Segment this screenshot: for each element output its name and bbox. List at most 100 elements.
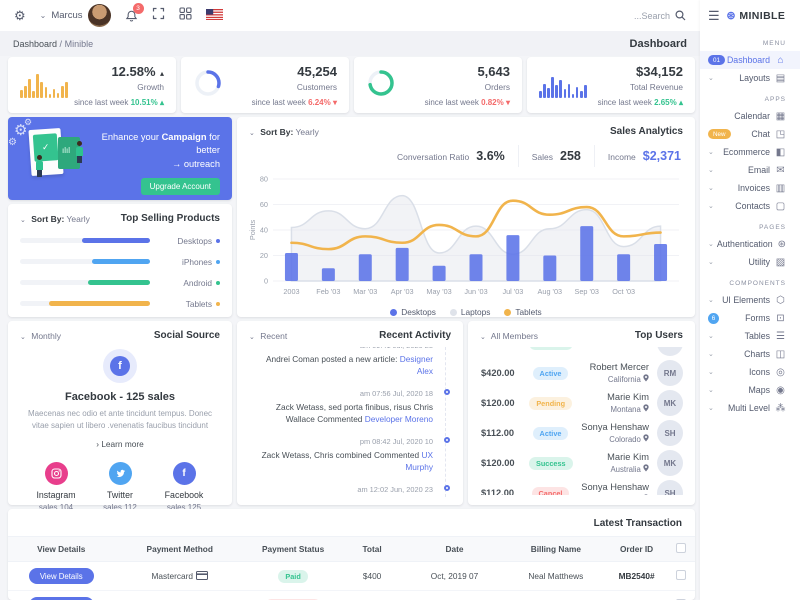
stat-card-orders: 5,643 Orders since last week 0.82% ▾ <box>354 57 522 113</box>
members-list[interactable]: Success Texas $420.00 Active Robert Merc… <box>468 347 695 495</box>
svg-text:Aug '03: Aug '03 <box>538 287 563 296</box>
legend-laptops[interactable]: Laptops <box>449 307 490 317</box>
recent-dropdown[interactable]: ⌄ Recent <box>249 331 287 341</box>
activity-link[interactable]: Designer Alex <box>400 354 433 376</box>
svg-text:May '03: May '03 <box>426 287 451 296</box>
product-label: Desktops <box>177 235 212 246</box>
sidebar-item-ecommerce[interactable]: ⌄ Ecommerce ◧ <box>700 143 800 161</box>
stat-delta: 2.65% ▴ <box>654 98 683 107</box>
card-title: Social Source <box>153 330 220 341</box>
sidebar-item-dashboard[interactable]: 01 Dashboard ⌂ <box>700 51 800 69</box>
select-all-checkbox[interactable] <box>676 543 687 553</box>
status-badge: Active <box>532 366 569 380</box>
sidebar-item-calendar[interactable]: Calendar ▦ <box>700 107 800 125</box>
metric-label: Conversation Ratio <box>396 152 470 162</box>
all-members-dropdown[interactable]: ⌄ All Members <box>480 331 538 341</box>
sidebar-item-forms[interactable]: 6 Forms ⊡ <box>700 309 800 327</box>
top-users-card: ⌄ All Members Top Users Success Texas $4… <box>468 321 695 505</box>
activity-item: am 12:02 Jun, 2020 23 Zack Wetass, sed p… <box>249 484 450 497</box>
breadcrumb-section[interactable]: Dashboard <box>13 39 57 49</box>
sidebar-section-pages: PAGES <box>759 224 786 231</box>
progress-bar <box>20 280 150 285</box>
notifications-button[interactable]: 3 <box>125 2 144 23</box>
svg-text:Oct '03: Oct '03 <box>612 287 635 296</box>
svg-text:0: 0 <box>264 277 268 286</box>
card-title: Latest Transaction <box>593 518 682 529</box>
sidebar-item-multi-level[interactable]: ⌄ Multi Level ⁂ <box>700 399 800 417</box>
user-menu[interactable]: ⌄ Marcus <box>40 4 111 27</box>
location-pin-icon <box>643 464 649 472</box>
sidebar-item-authentication[interactable]: ⌄ Authentication ⊛ <box>700 235 800 253</box>
view-details-button[interactable]: View Details <box>28 568 94 584</box>
monthly-dropdown[interactable]: ⌄ Monthly <box>20 331 61 341</box>
social-twitter[interactable]: Twitter sales 112 <box>90 462 150 512</box>
activity-feed[interactable]: am 09:41 Jul, 2020 28 Andrei Coman poste… <box>249 347 451 497</box>
col-total: Total <box>341 536 403 562</box>
timeline-dot-icon <box>444 388 450 395</box>
chevron-down-icon: ⌄ <box>708 259 714 266</box>
brand-logo[interactable]: ⊛ MINIBLE <box>720 9 792 22</box>
svg-text:60: 60 <box>260 200 268 209</box>
share-icon: ⁂ <box>775 402 786 414</box>
learn-more-link[interactable]: › Learn more <box>96 439 144 449</box>
chevron-down-icon: ⌄ <box>708 351 714 358</box>
instagram-icon <box>44 462 68 485</box>
upgrade-account-button[interactable]: Upgrade Account <box>140 177 220 195</box>
sidebar-item-layouts[interactable]: ⌄ Layouts ▤ <box>700 69 800 87</box>
legend-tablets[interactable]: Tablets <box>504 307 542 317</box>
sidebar-item-chat[interactable]: New Chat ◳ <box>700 125 800 143</box>
social-instagram[interactable]: Instagram sales 104 <box>26 462 86 512</box>
campaign-text: Enhance your <box>101 132 159 142</box>
member-row: $420.00 Active Robert Mercer California … <box>468 358 695 388</box>
chevron-down-icon: ⌄ <box>708 297 714 304</box>
chevron-down-icon: ⌄ <box>20 333 26 341</box>
search-input[interactable] <box>618 10 670 21</box>
avatar: SH <box>657 480 683 495</box>
fullscreen-button[interactable] <box>152 7 165 25</box>
svg-text:40: 40 <box>260 226 268 235</box>
sort-by-dropdown[interactable]: ⌄ Sort By: Yearly <box>249 127 319 137</box>
row-checkbox[interactable] <box>676 570 687 580</box>
chevron-down-icon: ⌄ <box>708 149 714 156</box>
svg-text:Points: Points <box>248 220 257 241</box>
stat-value: $34,152 <box>636 64 683 79</box>
customers-radial-chart <box>193 68 223 103</box>
product-label: Android <box>183 277 212 288</box>
sidebar-item-tables[interactable]: ⌄ Tables ☰ <box>700 327 800 345</box>
sidebar-item-email[interactable]: ⌄ Email ✉ <box>700 161 800 179</box>
sales-chart: 0 20 40 60 80 2003 Feb '03 Mar '03 Apr '03 May '0… <box>237 171 695 306</box>
product-row: Desktops <box>8 230 232 251</box>
legend-desktops[interactable]: Desktops <box>390 307 436 317</box>
activity-link[interactable]: Developer Moreno <box>365 414 433 424</box>
social-facebook[interactable]: f Facebook sales 125 <box>154 462 214 512</box>
home-icon: ⌂ <box>777 54 784 66</box>
avatar <box>657 347 683 356</box>
col-billing-name: Billing Name <box>506 536 606 562</box>
status-badge: Pending <box>529 396 573 410</box>
sidebar-item-maps[interactable]: ⌄ Maps ◉ <box>700 381 800 399</box>
product-row: iPhones <box>8 251 232 272</box>
metric-label: Sales <box>531 152 554 162</box>
sidebar-toggle-button[interactable]: ☰ <box>708 8 720 24</box>
legend-dot <box>504 308 512 316</box>
sidebar-item-icons[interactable]: ⌄ Icons ◎ <box>700 363 800 381</box>
sidebar-item-charts[interactable]: ⌄ Charts ◫ <box>700 345 800 363</box>
stat-caption: since last week <box>424 98 479 107</box>
package-icon: ⬡ <box>776 294 785 306</box>
apps-grid-button[interactable] <box>178 6 192 25</box>
stat-label: Total Revenue <box>629 82 683 92</box>
search-icon[interactable] <box>675 10 686 21</box>
sidebar-item-ui-elements[interactable]: ⌄ UI Elements ⬡ <box>700 291 800 309</box>
settings-gear-icon[interactable]: ⚙ <box>14 8 26 24</box>
user-name: Marcus <box>51 10 83 21</box>
member-location: Montana <box>572 404 649 414</box>
sort-by-dropdown[interactable]: ⌄ Sort By: Yearly <box>20 214 90 224</box>
color-dot <box>216 301 220 306</box>
language-flag-button[interactable] <box>205 7 223 25</box>
twitter-icon <box>108 462 132 485</box>
sidebar-item-contacts[interactable]: ⌄ Contacts ▢ <box>700 197 800 215</box>
color-dot <box>216 238 220 243</box>
search-box <box>618 10 686 21</box>
sidebar-item-invoices[interactable]: ⌄ Invoices ▥ <box>700 179 800 197</box>
sidebar-item-utility[interactable]: ⌄ Utility ▨ <box>700 253 800 271</box>
